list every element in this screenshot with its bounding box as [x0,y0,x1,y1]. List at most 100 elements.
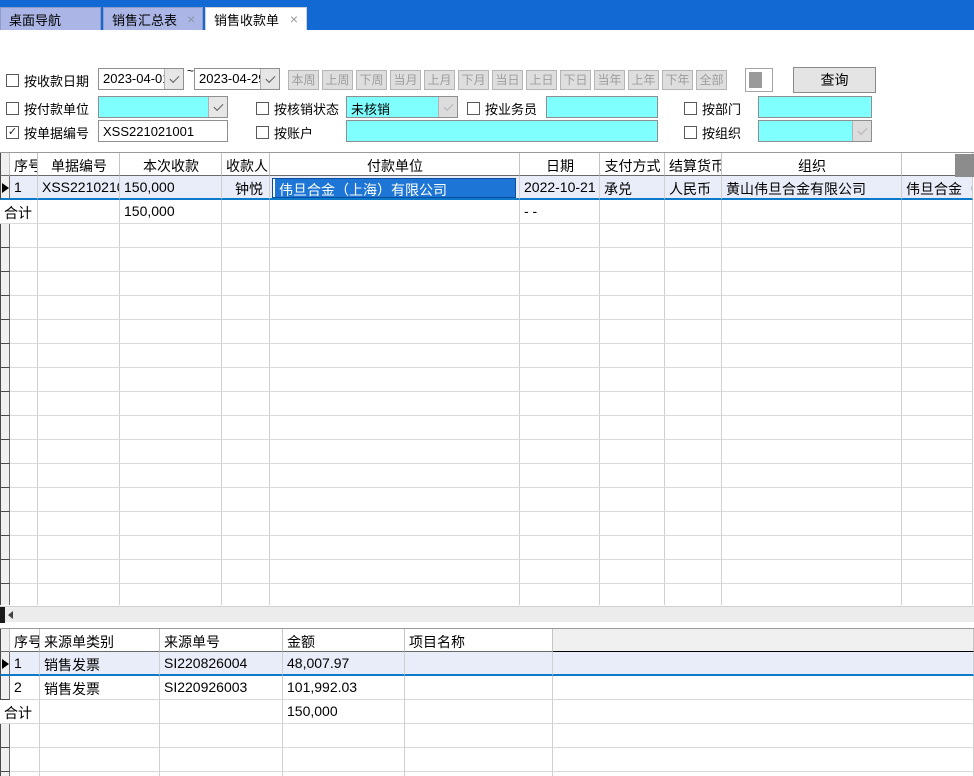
tab-sales-receipt[interactable]: 销售收款单 × [205,7,307,30]
table-cell[interactable] [283,724,405,748]
row-header[interactable] [0,536,10,560]
table-cell[interactable] [120,488,222,512]
table-cell[interactable]: 伟旦合金（上海）有限公司 [270,176,520,200]
empty-row[interactable] [0,440,974,464]
row-header[interactable] [0,584,10,605]
table-cell[interactable] [665,224,722,248]
table-cell[interactable] [120,344,222,368]
table-cell[interactable] [222,200,270,224]
table-cell[interactable] [665,392,722,416]
table-cell[interactable] [902,512,973,536]
row-header[interactable] [0,248,10,272]
row-header[interactable] [0,176,10,200]
table-cell[interactable]: 150,000 [120,176,222,200]
empty-row[interactable] [0,536,974,560]
table-cell[interactable]: 伟旦合金（上海）有限公司 [902,176,973,200]
filter-by-salesman-checkbox[interactable]: ✓ 按业务员 [467,97,537,119]
table-cell[interactable] [722,272,902,296]
table-cell[interactable] [38,416,120,440]
table-cell[interactable] [902,344,973,368]
quick-date-button[interactable]: 上周 [322,70,353,90]
table-cell[interactable] [600,584,665,605]
account-input[interactable] [346,120,658,142]
checkbox-icon[interactable]: ✓ [684,102,697,115]
table-cell[interactable] [120,416,222,440]
empty-row[interactable] [0,344,974,368]
table-cell[interactable] [270,584,520,605]
table-cell[interactable] [10,320,38,344]
table-cell[interactable] [270,392,520,416]
quick-date-button[interactable]: 上日 [526,70,557,90]
table-cell[interactable] [270,560,520,584]
table-cell[interactable] [722,224,902,248]
table-cell[interactable] [520,440,600,464]
table-cell[interactable] [38,440,120,464]
table-cell[interactable] [10,296,38,320]
table-cell[interactable] [520,248,600,272]
table-cell[interactable] [10,272,38,296]
table-cell[interactable] [902,248,973,272]
horizontal-scrollbar[interactable] [0,606,974,622]
chevron-down-icon[interactable] [208,97,227,117]
quick-date-button[interactable]: 上年 [628,70,659,90]
table-cell[interactable] [665,320,722,344]
table-cell[interactable] [520,344,600,368]
table-cell[interactable] [665,464,722,488]
table-cell[interactable] [520,392,600,416]
table-cell[interactable] [722,344,902,368]
table-cell[interactable] [902,536,973,560]
row-header[interactable] [0,464,10,488]
table-cell[interactable]: 销售发票 [40,676,160,700]
table-cell[interactable] [120,584,222,605]
table-cell[interactable] [722,536,902,560]
table-cell[interactable] [222,584,270,605]
table-cell[interactable] [600,296,665,320]
table-cell[interactable]: SI220926003 [160,676,283,700]
table-cell[interactable]: 48,007.97 [283,652,405,676]
column-header[interactable]: 单据编号 [38,153,120,176]
salesman-input[interactable] [546,96,658,118]
table-cell[interactable]: 合计 [0,700,40,724]
table-cell[interactable]: 钟悦 [222,176,270,200]
table-cell[interactable] [722,440,902,464]
table-cell[interactable] [222,296,270,320]
table-cell[interactable] [270,200,520,224]
table-cell[interactable] [38,392,120,416]
table-cell[interactable] [10,392,38,416]
table-cell[interactable] [120,440,222,464]
filter-by-payer-checkbox[interactable]: ✓ 按付款单位 [6,97,89,119]
table-cell[interactable] [600,200,665,224]
table-cell[interactable] [10,344,38,368]
tab-desktop-nav[interactable]: 桌面导航 [0,7,101,30]
filter-by-dept-checkbox[interactable]: ✓ 按部门 [684,97,741,119]
empty-row[interactable] [0,296,974,320]
table-cell[interactable] [553,724,974,748]
table-cell[interactable] [600,464,665,488]
table-cell[interactable] [270,464,520,488]
table-cell[interactable] [600,224,665,248]
table-cell[interactable] [520,488,600,512]
quick-date-button[interactable]: 当日 [492,70,523,90]
table-cell[interactable] [665,536,722,560]
table-cell[interactable] [120,392,222,416]
table-cell[interactable] [222,272,270,296]
table-cell[interactable] [270,488,520,512]
total-row[interactable]: 合计150,000- - [0,200,974,224]
table-cell[interactable] [902,200,973,224]
table-cell[interactable] [722,512,902,536]
table-cell[interactable] [405,772,553,776]
table-cell[interactable] [222,344,270,368]
table-cell[interactable] [600,272,665,296]
table-cell[interactable] [665,200,722,224]
table-cell[interactable] [270,248,520,272]
quick-date-button[interactable]: 上月 [424,70,455,90]
table-cell[interactable] [222,224,270,248]
payer-combobox[interactable] [98,96,228,118]
table-row[interactable]: 1XSS221021001150,000钟悦伟旦合金（上海）有限公司2022-1… [0,176,974,200]
table-cell[interactable] [722,560,902,584]
table-cell[interactable] [270,224,520,248]
table-cell[interactable] [38,296,120,320]
table-row[interactable]: 2销售发票SI220926003101,992.03 [0,676,974,700]
table-cell[interactable] [520,320,600,344]
column-header[interactable]: 来源单类别 [40,629,160,652]
